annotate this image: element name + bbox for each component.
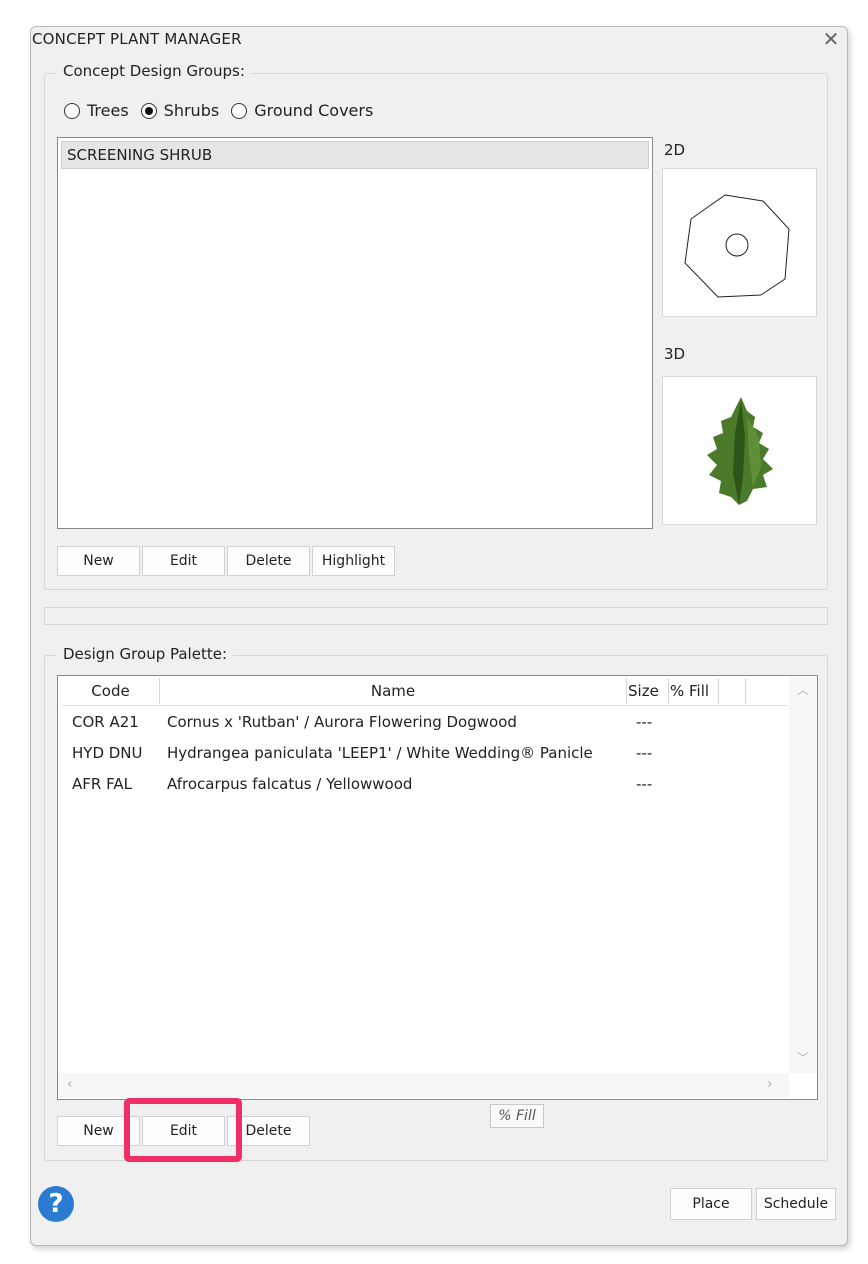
palette-table-header: Code Name Size % Fill [62, 678, 788, 706]
cell-code: AFR FAL [72, 775, 132, 793]
table-row[interactable]: AFR FAL Afrocarpus falcatus / Yellowwood… [62, 775, 782, 801]
list-item[interactable]: SCREENING SHRUB [61, 141, 649, 169]
radio-shrubs-indicator[interactable] [140, 102, 157, 119]
cell-name: Afrocarpus falcatus / Yellowwood [167, 775, 413, 793]
schedule-button[interactable]: Schedule [756, 1188, 836, 1220]
scroll-right-icon[interactable]: › [767, 1076, 773, 1092]
cell-size: --- [636, 744, 653, 762]
table-row[interactable]: HYD DNU Hydrangea paniculata 'LEEP1' / W… [62, 744, 782, 770]
preview-2d-label: 2D [664, 141, 686, 159]
group-highlight-button[interactable]: Highlight [312, 546, 395, 576]
radio-shrubs[interactable]: Shrubs [140, 101, 220, 120]
preview-3d [662, 376, 817, 525]
place-button[interactable]: Place [670, 1188, 752, 1220]
cell-size: --- [636, 775, 653, 793]
scroll-up-icon[interactable]: ︿ [797, 681, 809, 698]
radio-trees[interactable]: Trees [64, 101, 129, 120]
radio-shrubs-label: Shrubs [163, 101, 220, 120]
preview-2d [662, 168, 817, 317]
column-header-fill[interactable]: % Fill [669, 678, 719, 704]
preview-3d-label: 3D [664, 345, 686, 363]
cell-name: Cornus x 'Rutban' / Aurora Flowering Dog… [167, 713, 517, 731]
close-icon[interactable]: ✕ [818, 26, 844, 52]
edit-button-highlight [124, 1098, 242, 1162]
group-delete-button[interactable]: Delete [227, 546, 310, 576]
window-title: CONCEPT PLANT MANAGER [32, 30, 242, 48]
scroll-left-icon[interactable]: ‹ [67, 1076, 73, 1092]
cell-code: COR A21 [72, 713, 139, 731]
cell-code: HYD DNU [72, 744, 143, 762]
column-header-size[interactable]: Size [627, 678, 669, 704]
vertical-scrollbar[interactable]: ︿ ﹀ [789, 677, 817, 1073]
column-header-name[interactable]: Name [160, 678, 627, 704]
palette-table: Code Name Size % Fill COR A21 Cornus x '… [57, 675, 818, 1100]
scroll-down-icon[interactable]: ﹀ [797, 1049, 809, 1066]
plan-symbol-icon [684, 194, 790, 298]
fill-button[interactable]: % Fill [490, 1104, 544, 1128]
group-new-button[interactable]: New [57, 546, 140, 576]
design-group-palette-legend: Design Group Palette: [57, 645, 233, 663]
column-header-extra [719, 678, 746, 704]
design-groups-list[interactable]: SCREENING SHRUB [57, 137, 653, 529]
group-edit-button[interactable]: Edit [142, 546, 225, 576]
column-header-code[interactable]: Code [62, 678, 160, 704]
radio-trees-indicator[interactable] [64, 102, 80, 119]
horizontal-scrollbar[interactable]: ‹ › [59, 1073, 789, 1098]
radio-ground-covers[interactable]: Ground Covers [231, 101, 373, 120]
cell-size: --- [636, 713, 653, 731]
shrub-3d-icon [707, 397, 773, 505]
help-icon[interactable]: ? [38, 1186, 74, 1222]
radio-trees-label: Trees [87, 101, 129, 120]
concept-design-groups-legend: Concept Design Groups: [57, 62, 251, 80]
cell-name: Hydrangea paniculata 'LEEP1' / White Wed… [167, 744, 593, 762]
plant-type-radio-group: Trees Shrubs Ground Covers [64, 101, 385, 120]
section-divider [44, 607, 828, 625]
radio-ground-covers-indicator[interactable] [231, 102, 248, 119]
table-row[interactable]: COR A21 Cornus x 'Rutban' / Aurora Flowe… [62, 713, 782, 739]
radio-ground-covers-label: Ground Covers [254, 101, 374, 120]
